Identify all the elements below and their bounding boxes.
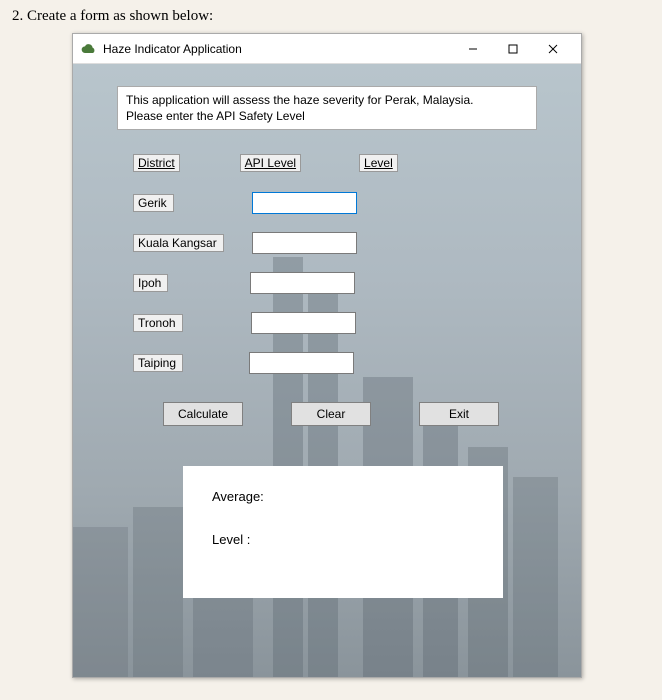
form: This application will assess the haze se…	[73, 64, 581, 677]
calculate-button[interactable]: Calculate	[163, 402, 243, 426]
output-panel: Average: Level :	[183, 466, 503, 598]
row-tronoh: Tronoh	[133, 312, 549, 334]
api-input-taiping[interactable]	[249, 352, 354, 374]
api-input-ipoh[interactable]	[250, 272, 355, 294]
average-label: Average:	[212, 489, 264, 504]
header-district: District	[133, 154, 180, 172]
row-taiping: Taiping	[133, 352, 549, 374]
level-label: Level :	[212, 532, 250, 547]
header-level: Level	[359, 154, 398, 172]
district-label: Gerik	[133, 194, 174, 212]
minimize-button[interactable]	[453, 34, 493, 64]
district-label: Tronoh	[133, 314, 183, 332]
district-label: Ipoh	[133, 274, 168, 292]
instruction-text: 2. Create a form as shown below:	[12, 8, 650, 25]
district-label: Taiping	[133, 354, 183, 372]
button-row: Calculate Clear Exit	[163, 402, 549, 426]
api-input-gerik[interactable]	[252, 192, 357, 214]
header-api: API Level	[240, 154, 301, 172]
exit-button[interactable]: Exit	[419, 402, 499, 426]
column-headers: District API Level Level	[133, 154, 549, 172]
cloud-icon	[81, 41, 97, 57]
api-input-kuala-kangsar[interactable]	[252, 232, 357, 254]
titlebar: Haze Indicator Application	[73, 34, 581, 64]
row-ipoh: Ipoh	[133, 272, 549, 294]
intro-line2: Please enter the API Safety Level	[126, 109, 305, 123]
row-kuala-kangsar: Kuala Kangsar	[133, 232, 549, 254]
app-window: Haze Indicator Application This applicat…	[72, 33, 582, 678]
client-area: This application will assess the haze se…	[73, 64, 581, 677]
clear-button[interactable]: Clear	[291, 402, 371, 426]
row-gerik: Gerik	[133, 192, 549, 214]
close-button[interactable]	[533, 34, 573, 64]
maximize-button[interactable]	[493, 34, 533, 64]
intro-line1: This application will assess the haze se…	[126, 93, 473, 107]
intro-panel: This application will assess the haze se…	[117, 86, 537, 130]
api-input-tronoh[interactable]	[251, 312, 356, 334]
district-label: Kuala Kangsar	[133, 234, 224, 252]
window-title: Haze Indicator Application	[103, 42, 242, 56]
